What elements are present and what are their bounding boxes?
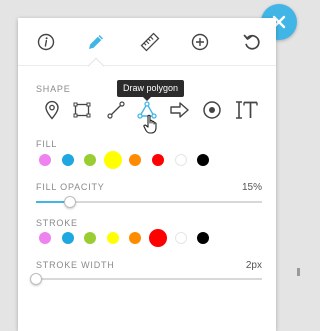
drawing-panel: SHAPE Draw polygon FILL FILL OPACITY 15%… [18, 18, 276, 331]
rectangle-icon [73, 102, 91, 118]
undo-tool[interactable] [240, 30, 264, 54]
fill-swatch-8[interactable] [197, 154, 210, 166]
info-tool[interactable] [34, 30, 58, 54]
fill-swatch-2[interactable] [61, 154, 74, 166]
toolbar [18, 18, 276, 75]
fill-label: FILL [36, 139, 58, 149]
active-tool-caret [87, 57, 105, 75]
stroke-swatch-7[interactable] [174, 232, 187, 244]
plus-circle-icon [191, 33, 209, 51]
pencil-icon [89, 35, 103, 49]
fill-swatch-4[interactable] [103, 151, 122, 169]
shape-marker-button[interactable] [40, 98, 64, 122]
stroke-width-slider[interactable] [30, 273, 262, 285]
stroke-width-value: 2px [245, 260, 262, 271]
measure-tool[interactable] [138, 30, 162, 54]
stroke-swatch-8[interactable] [197, 232, 210, 244]
arrow-icon [170, 102, 189, 118]
fill-opacity-slider-thumb[interactable] [63, 196, 76, 208]
fill-opacity-value: 15% [241, 182, 262, 193]
shape-label: SHAPE [36, 84, 71, 94]
stroke-swatch-5[interactable] [129, 232, 142, 244]
stroke-swatch-1[interactable] [39, 232, 51, 244]
hand-cursor-icon [143, 114, 157, 134]
stroke-label: STROKE [36, 218, 78, 228]
panel-edge-marker [297, 268, 300, 276]
info-icon [37, 33, 55, 51]
fill-swatch-6[interactable] [152, 154, 164, 166]
map-marker-icon [45, 100, 59, 120]
fill-opacity-slider[interactable] [36, 196, 262, 208]
text-icon [236, 101, 258, 119]
add-tool[interactable] [188, 30, 212, 54]
fill-swatch-1[interactable] [39, 154, 51, 166]
shape-circle-button[interactable] [200, 98, 224, 122]
shape-text-button[interactable] [232, 98, 260, 122]
stroke-swatch-row [38, 228, 238, 248]
stroke-swatch-3[interactable] [84, 232, 97, 244]
shape-polyline-button[interactable] [104, 98, 128, 122]
polyline-icon [107, 101, 125, 119]
ruler-icon [140, 32, 160, 52]
stroke-width-slider-thumb[interactable] [30, 273, 42, 285]
fill-swatch-7[interactable] [174, 154, 187, 166]
undo-icon [243, 34, 260, 50]
stroke-swatch-6[interactable] [149, 229, 167, 247]
shape-arrow-button[interactable] [168, 98, 192, 122]
stroke-width-label: STROKE WIDTH [36, 260, 115, 270]
fill-opacity-label: FILL OPACITY [36, 182, 105, 192]
stroke-swatch-2[interactable] [61, 232, 74, 244]
shape-rectangle-button[interactable] [70, 98, 94, 122]
circle-icon [203, 101, 221, 119]
fill-swatch-5[interactable] [129, 154, 142, 166]
fill-swatch-3[interactable] [84, 154, 97, 166]
draw-tool[interactable] [84, 30, 108, 54]
stroke-swatch-4[interactable] [106, 232, 119, 244]
fill-swatch-row [38, 150, 238, 170]
shape-tooltip: Draw polygon [117, 80, 185, 101]
